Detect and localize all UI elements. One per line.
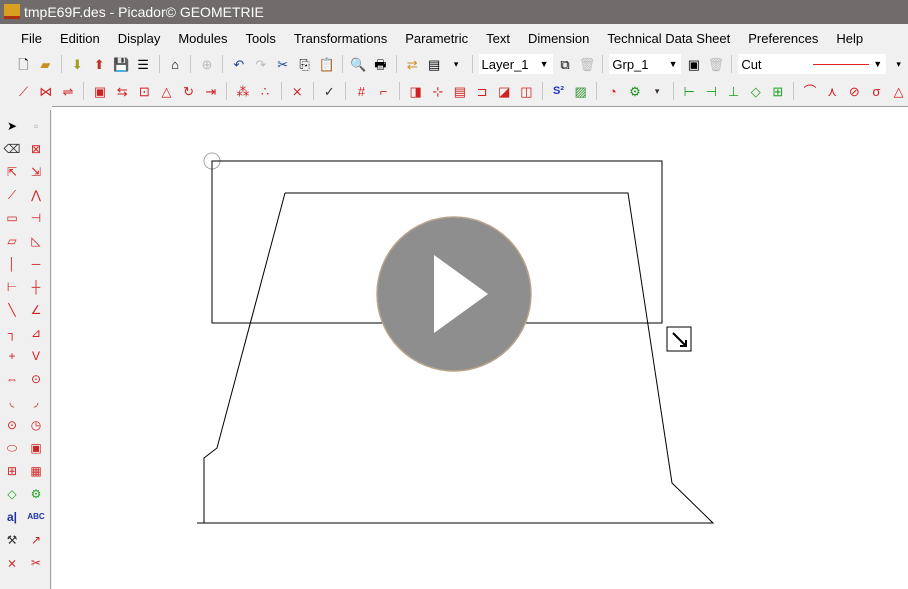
drawing-layer <box>197 152 715 524</box>
play-button[interactable] <box>376 216 532 372</box>
resize-cursor-icon <box>666 326 692 352</box>
